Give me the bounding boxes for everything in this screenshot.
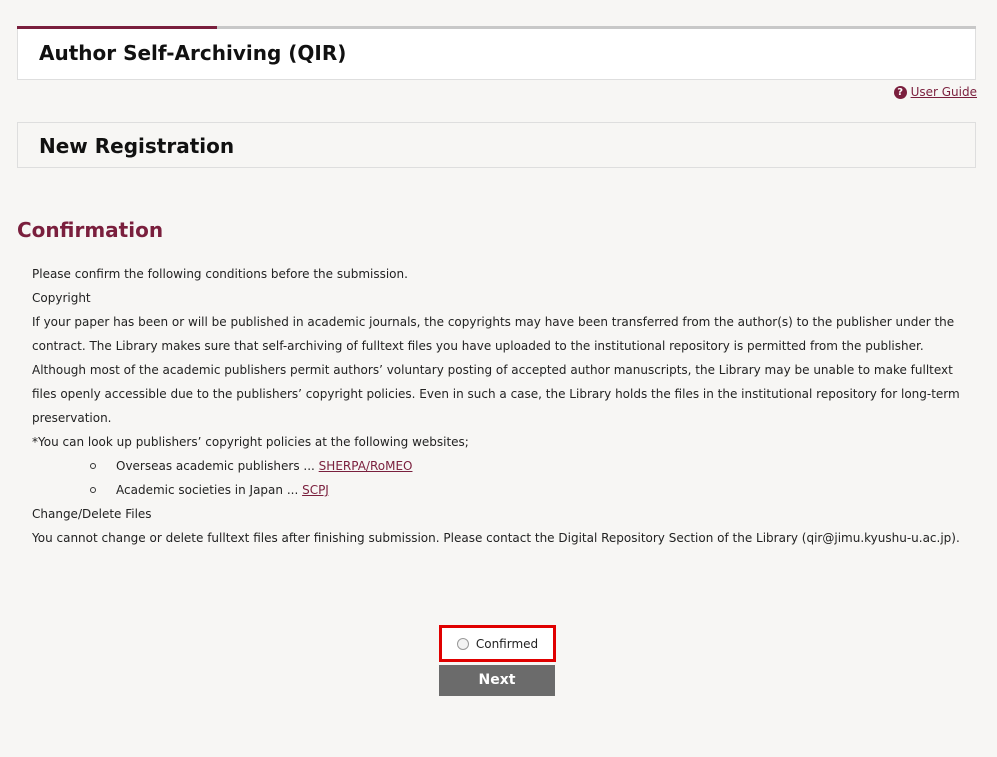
lookup-note: *You can look up publishers’ copyright p…: [32, 435, 469, 449]
change-heading: Change/Delete Files: [32, 507, 152, 521]
page-title: Author Self-Archiving (QIR): [39, 41, 347, 65]
registration-title: New Registration: [39, 134, 235, 158]
sherpa-romeo-link[interactable]: SHERPA/RoMEO: [319, 459, 413, 473]
site-label: Overseas academic publishers ...: [116, 459, 319, 473]
site-label: Academic societies in Japan ...: [116, 483, 303, 497]
copyright-text: If your paper has been or will be publis…: [32, 315, 960, 425]
confirmation-title: Confirmation: [17, 218, 164, 242]
change-text: You cannot change or delete fulltext fil…: [32, 531, 960, 545]
confirmation-content: Please confirm the following conditions …: [32, 262, 977, 550]
site-list: Overseas academic publishers ... SHERPA/…: [32, 454, 977, 502]
header: Author Self-Archiving (QIR): [17, 29, 976, 80]
user-guide-link[interactable]: User Guide: [911, 85, 977, 99]
list-item: Academic societies in Japan ... SCPJ: [86, 478, 977, 502]
user-guide[interactable]: ? User Guide: [893, 85, 977, 99]
scpj-link[interactable]: SCPJ: [302, 483, 329, 497]
registration-header: New Registration: [17, 122, 976, 168]
intro-text: Please confirm the following conditions …: [32, 267, 408, 281]
copyright-heading: Copyright: [32, 291, 91, 305]
confirmed-option[interactable]: Confirmed: [439, 625, 556, 662]
confirmed-radio[interactable]: [456, 637, 469, 650]
next-button[interactable]: Next: [439, 665, 555, 696]
help-icon: ?: [893, 85, 907, 99]
list-item: Overseas academic publishers ... SHERPA/…: [86, 454, 977, 478]
confirmed-label: Confirmed: [475, 636, 539, 651]
